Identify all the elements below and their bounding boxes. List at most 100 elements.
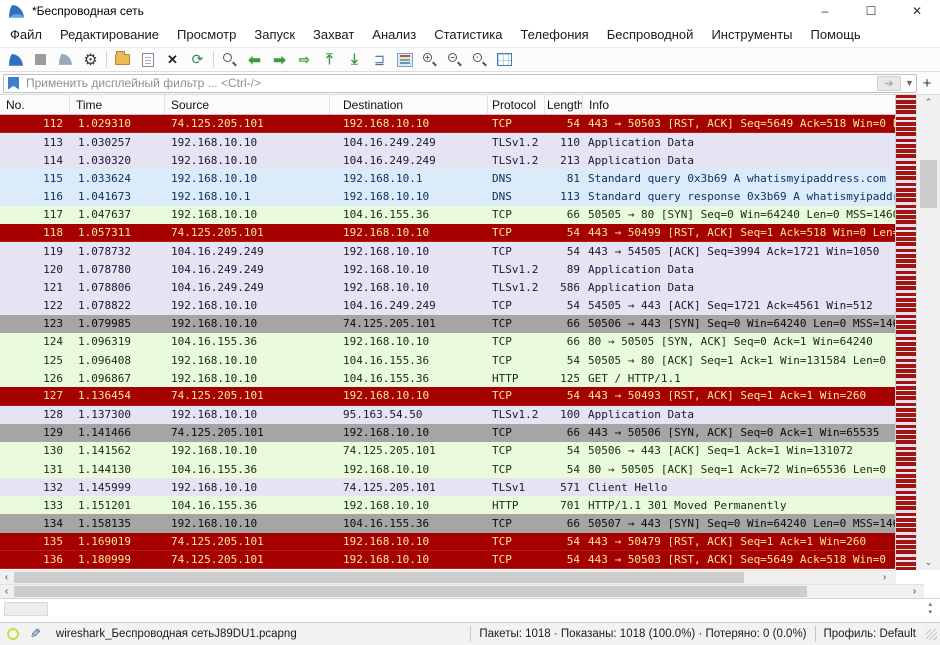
column-header-no[interactable]: No.: [0, 95, 70, 114]
vertical-scrollbar[interactable]: ⌃ ⌄: [916, 95, 940, 570]
colorize-packets-icon[interactable]: [392, 49, 417, 71]
capture-filename[interactable]: wireshark_Беспроводная сетьJ89DU1.pcapng: [56, 628, 297, 640]
find-packet-icon[interactable]: [217, 49, 242, 71]
packet-row[interactable]: 134 1.158135 192.168.10.10 104.16.155.36…: [0, 514, 895, 532]
pane-handle[interactable]: [4, 602, 48, 616]
packet-row[interactable]: 120 1.078780 104.16.249.249 192.168.10.1…: [0, 260, 895, 278]
packet-row[interactable]: 136 1.180999 74.125.205.101 192.168.10.1…: [0, 551, 895, 569]
maximize-button[interactable]: ☐: [848, 0, 894, 22]
zoom-out-icon[interactable]: −: [442, 49, 467, 71]
packet-row[interactable]: 123 1.079985 192.168.10.10 74.125.205.10…: [0, 315, 895, 333]
reload-file-icon[interactable]: ⟳: [185, 49, 210, 71]
menu-wireless[interactable]: Беспроводной: [598, 27, 703, 42]
menu-telephony[interactable]: Телефония: [511, 27, 597, 42]
packet-row[interactable]: 126 1.096867 192.168.10.10 104.16.155.36…: [0, 369, 895, 387]
column-header-protocol[interactable]: Protocol: [488, 95, 545, 114]
auto-scroll-icon[interactable]: ⊒: [367, 49, 392, 71]
packet-row[interactable]: 119 1.078732 104.16.249.249 192.168.10.1…: [0, 242, 895, 260]
packet-row[interactable]: 127 1.136454 74.125.205.101 192.168.10.1…: [0, 387, 895, 405]
toolbar-separator: [106, 51, 107, 68]
save-file-icon[interactable]: [135, 49, 160, 71]
pane-spinner-icon[interactable]: ▴▾: [928, 601, 932, 617]
packet-row[interactable]: 129 1.141466 74.125.205.101 192.168.10.1…: [0, 424, 895, 442]
menu-analyze[interactable]: Анализ: [363, 27, 425, 42]
intelligent-scrollbar-minimap[interactable]: [895, 95, 916, 570]
horizontal-scroll-thumb[interactable]: [14, 572, 744, 583]
capture-comment-pencil-icon[interactable]: ✎: [30, 626, 41, 642]
scroll-down-icon[interactable]: ⌄: [917, 555, 940, 570]
packet-row[interactable]: 116 1.041673 192.168.10.1 192.168.10.10 …: [0, 188, 895, 206]
menu-tools[interactable]: Инструменты: [702, 27, 801, 42]
packet-row[interactable]: 135 1.169019 74.125.205.101 192.168.10.1…: [0, 533, 895, 551]
packet-row[interactable]: 113 1.030257 192.168.10.10 104.16.249.24…: [0, 133, 895, 151]
go-to-packet-icon[interactable]: ⇨: [292, 49, 317, 71]
column-header-destination[interactable]: Destination: [330, 95, 488, 114]
filter-input-box: ➔ ▼: [3, 74, 917, 93]
packet-row[interactable]: 133 1.151201 104.16.155.36 192.168.10.10…: [0, 496, 895, 514]
minimize-button[interactable]: –: [802, 0, 848, 22]
scroll-left-icon[interactable]: ‹: [0, 571, 13, 584]
menu-capture[interactable]: Захват: [304, 27, 363, 42]
menu-edit[interactable]: Редактирование: [51, 27, 168, 42]
menu-view[interactable]: Просмотр: [168, 27, 245, 42]
menu-bar: Файл Редактирование Просмотр Запуск Захв…: [0, 22, 940, 48]
stop-capture-icon[interactable]: [28, 49, 53, 71]
go-back-icon[interactable]: ⬅: [242, 49, 267, 71]
restart-capture-icon[interactable]: [53, 49, 78, 71]
scroll-right-icon[interactable]: ›: [908, 585, 921, 598]
go-first-packet-icon[interactable]: ⤒: [317, 49, 342, 71]
open-file-icon[interactable]: [110, 49, 135, 71]
column-header-time[interactable]: Time: [70, 95, 165, 114]
close-file-icon[interactable]: ✕: [160, 49, 185, 71]
packet-row[interactable]: 128 1.137300 192.168.10.10 95.163.54.50 …: [0, 406, 895, 424]
packet-row[interactable]: 132 1.145999 192.168.10.10 74.125.205.10…: [0, 478, 895, 496]
packet-row[interactable]: 114 1.030320 192.168.10.10 104.16.249.24…: [0, 151, 895, 169]
menu-help[interactable]: Помощь: [802, 27, 870, 42]
statusbar-separator: [470, 626, 471, 642]
packet-row[interactable]: 117 1.047637 192.168.10.10 104.16.155.36…: [0, 206, 895, 224]
apply-filter-button[interactable]: ➔: [877, 76, 901, 91]
packet-row[interactable]: 115 1.033624 192.168.10.10 192.168.10.1 …: [0, 169, 895, 187]
scroll-up-icon[interactable]: ⌃: [917, 95, 940, 110]
packet-row[interactable]: 112 1.029310 74.125.205.101 192.168.10.1…: [0, 115, 895, 133]
resize-columns-icon[interactable]: [492, 49, 517, 71]
scroll-right-icon[interactable]: ›: [878, 571, 891, 584]
add-filter-button[interactable]: +: [917, 75, 937, 92]
packet-row[interactable]: 121 1.078806 104.16.249.249 192.168.10.1…: [0, 278, 895, 296]
menu-statistics[interactable]: Статистика: [425, 27, 511, 42]
packet-row[interactable]: 131 1.144130 104.16.155.36 192.168.10.10…: [0, 460, 895, 478]
packet-row[interactable]: 118 1.057311 74.125.205.101 192.168.10.1…: [0, 224, 895, 242]
column-header-source[interactable]: Source: [165, 95, 330, 114]
zoom-normal-icon[interactable]: ·: [467, 49, 492, 71]
horizontal-scrollbar-secondary[interactable]: ‹ ›: [0, 584, 924, 598]
packet-row[interactable]: 124 1.096319 104.16.155.36 192.168.10.10…: [0, 333, 895, 351]
packet-list-area: No. Time Source Destination Protocol Len…: [0, 95, 940, 570]
packet-row[interactable]: 125 1.096408 192.168.10.10 104.16.155.36…: [0, 351, 895, 369]
filter-bookmark-icon[interactable]: [8, 77, 19, 90]
horizontal-scroll-thumb[interactable]: [14, 586, 807, 597]
expert-info-icon[interactable]: [7, 628, 19, 640]
packet-row[interactable]: 130 1.141562 192.168.10.10 74.125.205.10…: [0, 442, 895, 460]
scroll-left-icon[interactable]: ‹: [0, 585, 13, 598]
menu-go[interactable]: Запуск: [245, 27, 304, 42]
column-header-info[interactable]: Info: [583, 95, 895, 114]
resize-grip[interactable]: [926, 629, 937, 640]
column-header-length[interactable]: Length: [545, 95, 583, 114]
status-bar: ✎ wireshark_Беспроводная сетьJ89DU1.pcap…: [0, 622, 940, 645]
statusbar-separator: [815, 626, 816, 642]
vertical-scroll-track[interactable]: [917, 110, 940, 555]
go-forward-icon[interactable]: ➡: [267, 49, 292, 71]
packet-list-header: No. Time Source Destination Protocol Len…: [0, 95, 895, 115]
filter-dropdown-caret-icon[interactable]: ▼: [903, 78, 916, 88]
display-filter-input[interactable]: [24, 75, 877, 91]
close-button[interactable]: ✕: [894, 0, 940, 22]
vertical-scroll-thumb[interactable]: [920, 160, 937, 208]
horizontal-scrollbar-packet-list[interactable]: ‹ ›: [0, 570, 896, 584]
profile-label[interactable]: Профиль: Default: [824, 628, 916, 640]
menu-file[interactable]: Файл: [1, 27, 51, 42]
capture-options-icon[interactable]: ⚙: [78, 49, 103, 71]
start-capture-icon[interactable]: [3, 49, 28, 71]
zoom-in-icon[interactable]: +: [417, 49, 442, 71]
go-last-packet-icon[interactable]: ⤓: [342, 49, 367, 71]
packet-row[interactable]: 122 1.078822 192.168.10.10 104.16.249.24…: [0, 297, 895, 315]
